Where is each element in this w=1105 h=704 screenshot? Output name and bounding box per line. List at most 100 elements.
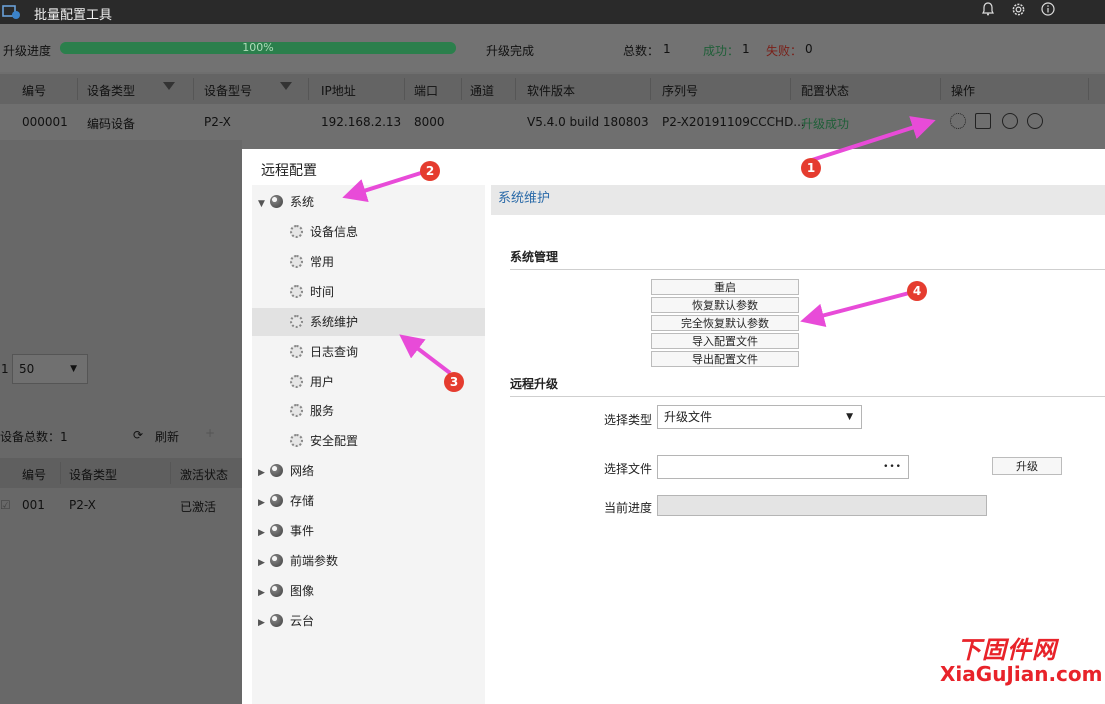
tree-label: 网络 [290,464,315,478]
tree-item-log-query[interactable]: 日志查询 [290,338,358,366]
tree-label: 时间 [310,285,335,299]
gear-icon [290,315,303,328]
row-status: 升级成功 [801,117,850,131]
reboot-button[interactable]: 重启 [651,279,799,295]
tree-label: 图像 [290,584,315,598]
tree-item-system-maintenance[interactable]: 系统维护 [252,308,485,336]
filter-icon[interactable] [280,82,292,90]
section-title: 系统维护 [491,185,1105,215]
tree-item-security[interactable]: 安全配置 [290,427,358,455]
tree-item-time[interactable]: 时间 [290,278,334,306]
fail-label: 失败： [766,44,803,58]
progress-label: 升级进度 [3,44,52,58]
row-type: 编码设备 [87,117,136,131]
fail-value: 0 [805,42,813,56]
upgrade-progress-bar: 100% [60,41,456,54]
page-size-value: 50 [19,362,35,376]
dialog-title: 远程配置 [261,163,317,179]
globe-icon [270,494,283,507]
table-row[interactable]: ☑ 001 P2-X 已激活 [0,490,242,522]
tree-item-network[interactable]: ▶ 网络 [258,457,314,485]
gear-icon [290,285,303,298]
restore-default-button[interactable]: 恢复默认参数 [651,297,799,313]
tree-item-ptz[interactable]: ▶ 云台 [258,607,314,635]
export-config-button[interactable]: 导出配置文件 [651,351,799,367]
row-checkbox[interactable]: ☑ [0,498,11,512]
col-channel[interactable]: 通道 [470,82,494,99]
select-file-label: 选择文件 [603,462,652,476]
full-restore-default-button[interactable]: 完全恢复默认参数 [651,315,799,331]
tree-item-image[interactable]: ▶ 图像 [258,577,314,605]
col-activation[interactable]: 激活状态 [180,466,228,483]
annotation-badge-2: 2 [420,161,440,181]
tree-item-device-info[interactable]: 设备信息 [290,218,358,246]
tree-item-frontend-params[interactable]: ▶ 前端参数 [258,547,338,575]
row-ip: 192.168.2.13 [321,115,402,129]
lower-table-header: 编号 设备类型 激活状态 [0,458,242,488]
col-model[interactable]: 设备型号 [204,82,252,99]
tree-item-common[interactable]: 常用 [290,248,334,276]
col-ip[interactable]: IP地址 [321,82,356,99]
remote-upgrade-heading: 远程升级 [510,377,559,391]
monitor-icon[interactable] [975,113,991,129]
browse-dots-icon[interactable]: ••• [883,456,902,478]
tree-label: 设备信息 [310,225,359,239]
refresh-button[interactable]: 刷新 [155,428,179,445]
select-type-dropdown[interactable]: 升级文件 ▼ [657,405,862,429]
tree-item-service[interactable]: 服务 [290,397,334,425]
progress-status: 升级完成 [486,44,535,58]
play-icon[interactable] [1002,113,1018,129]
bell-icon[interactable] [978,2,998,22]
annotation-badge-1: 1 [801,158,821,178]
annotation-badge-3: 3 [444,372,464,392]
tree-label: 日志查询 [310,345,359,359]
import-config-button[interactable]: 导入配置文件 [651,333,799,349]
tree-item-system[interactable]: ▼ 系统 [258,188,314,216]
tree-item-event[interactable]: ▶ 事件 [258,517,314,545]
tree-item-storage[interactable]: ▶ 存储 [258,487,314,515]
total-label: 总数： [623,44,660,58]
window-title: 批量配置工具 [34,8,113,23]
col-config-status[interactable]: 配置状态 [801,82,849,99]
select-file-input[interactable]: ••• [657,455,909,479]
tree-item-user[interactable]: 用户 [290,368,334,396]
upgrade-button[interactable]: 升级 [992,457,1062,475]
col-serial[interactable]: 序列号 [662,82,698,99]
filter-icon[interactable] [163,82,175,90]
collapsed-arrow-icon: ▶ [258,498,265,508]
refresh-icon[interactable]: ⟳ [133,428,143,442]
globe-icon [270,554,283,567]
success-label: 成功： [703,44,740,58]
tree-label: 用户 [310,375,335,389]
tree-label: 服务 [310,404,335,418]
remote-config-gear-icon[interactable] [950,113,966,129]
gear-icon [290,434,303,447]
tree-label: 常用 [310,255,335,269]
gear-icon [290,255,303,268]
row-id: 000001 [22,115,68,129]
col-type[interactable]: 设备类型 [87,82,135,99]
settings-gear-icon[interactable] [1008,2,1028,22]
tree-label: 系统维护 [310,315,359,329]
gear-icon [290,375,303,388]
col-actions[interactable]: 操作 [951,82,975,99]
col-version[interactable]: 软件版本 [527,82,575,99]
row-model: P2-X [204,115,231,129]
gear-icon [290,225,303,238]
collapsed-arrow-icon: ▶ [258,588,265,598]
col-type[interactable]: 设备类型 [69,466,117,483]
device-total: 设备总数：1 [0,430,68,444]
page-size-select[interactable]: 50 ▼ [12,354,88,384]
title-bar: 批量配置工具 [0,0,1105,24]
select-type-label: 选择类型 [603,413,652,427]
add-icon[interactable]: + [205,426,215,440]
col-id[interactable]: 编号 [22,466,46,483]
tree-label: 事件 [290,524,315,538]
col-port[interactable]: 端口 [414,82,438,99]
watermark-logo: 下固件网 [957,636,1057,664]
table-row[interactable]: 000001 编码设备 P2-X 192.168.2.13 8000 V5.4.… [0,104,1105,140]
upgrade-progress-row: 升级进度 100% 升级完成 总数： 1 成功： 1 失败： 0 [0,24,1105,72]
info-icon[interactable] [1038,2,1058,22]
web-globe-icon[interactable] [1027,113,1043,129]
col-id[interactable]: 编号 [22,82,46,99]
